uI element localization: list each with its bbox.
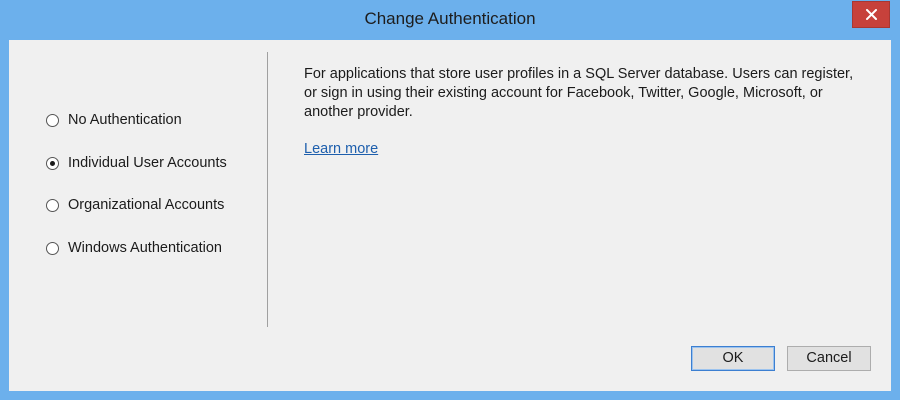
close-icon bbox=[866, 9, 877, 20]
close-button[interactable] bbox=[852, 1, 890, 28]
ok-button[interactable]: OK bbox=[691, 346, 775, 371]
dialog-content: No Authentication Individual User Accoun… bbox=[9, 40, 891, 391]
radio-label: Individual User Accounts bbox=[68, 155, 227, 171]
option-description: For applications that store user profile… bbox=[304, 66, 854, 120]
radio-button[interactable] bbox=[46, 113, 59, 127]
radio-option-individual-user-accounts[interactable]: Individual User Accounts bbox=[46, 152, 227, 174]
window-title: Change Authentication bbox=[364, 9, 536, 28]
radio-label: Windows Authentication bbox=[68, 240, 222, 256]
cancel-button[interactable]: Cancel bbox=[787, 346, 871, 371]
learn-more-link[interactable]: Learn more bbox=[304, 141, 378, 157]
radio-button[interactable] bbox=[46, 241, 59, 255]
radio-button[interactable] bbox=[46, 156, 59, 170]
radio-label: No Authentication bbox=[68, 112, 182, 128]
radio-option-windows-authentication[interactable]: Windows Authentication bbox=[46, 237, 222, 259]
title-bar[interactable]: Change Authentication bbox=[0, 0, 900, 40]
radio-option-no-authentication[interactable]: No Authentication bbox=[46, 109, 182, 131]
radio-button[interactable] bbox=[46, 198, 59, 212]
radio-option-organizational-accounts[interactable]: Organizational Accounts bbox=[46, 194, 224, 216]
vertical-divider bbox=[267, 52, 268, 327]
dialog-window: Change Authentication No Authentication … bbox=[0, 0, 900, 400]
radio-label: Organizational Accounts bbox=[68, 197, 225, 213]
